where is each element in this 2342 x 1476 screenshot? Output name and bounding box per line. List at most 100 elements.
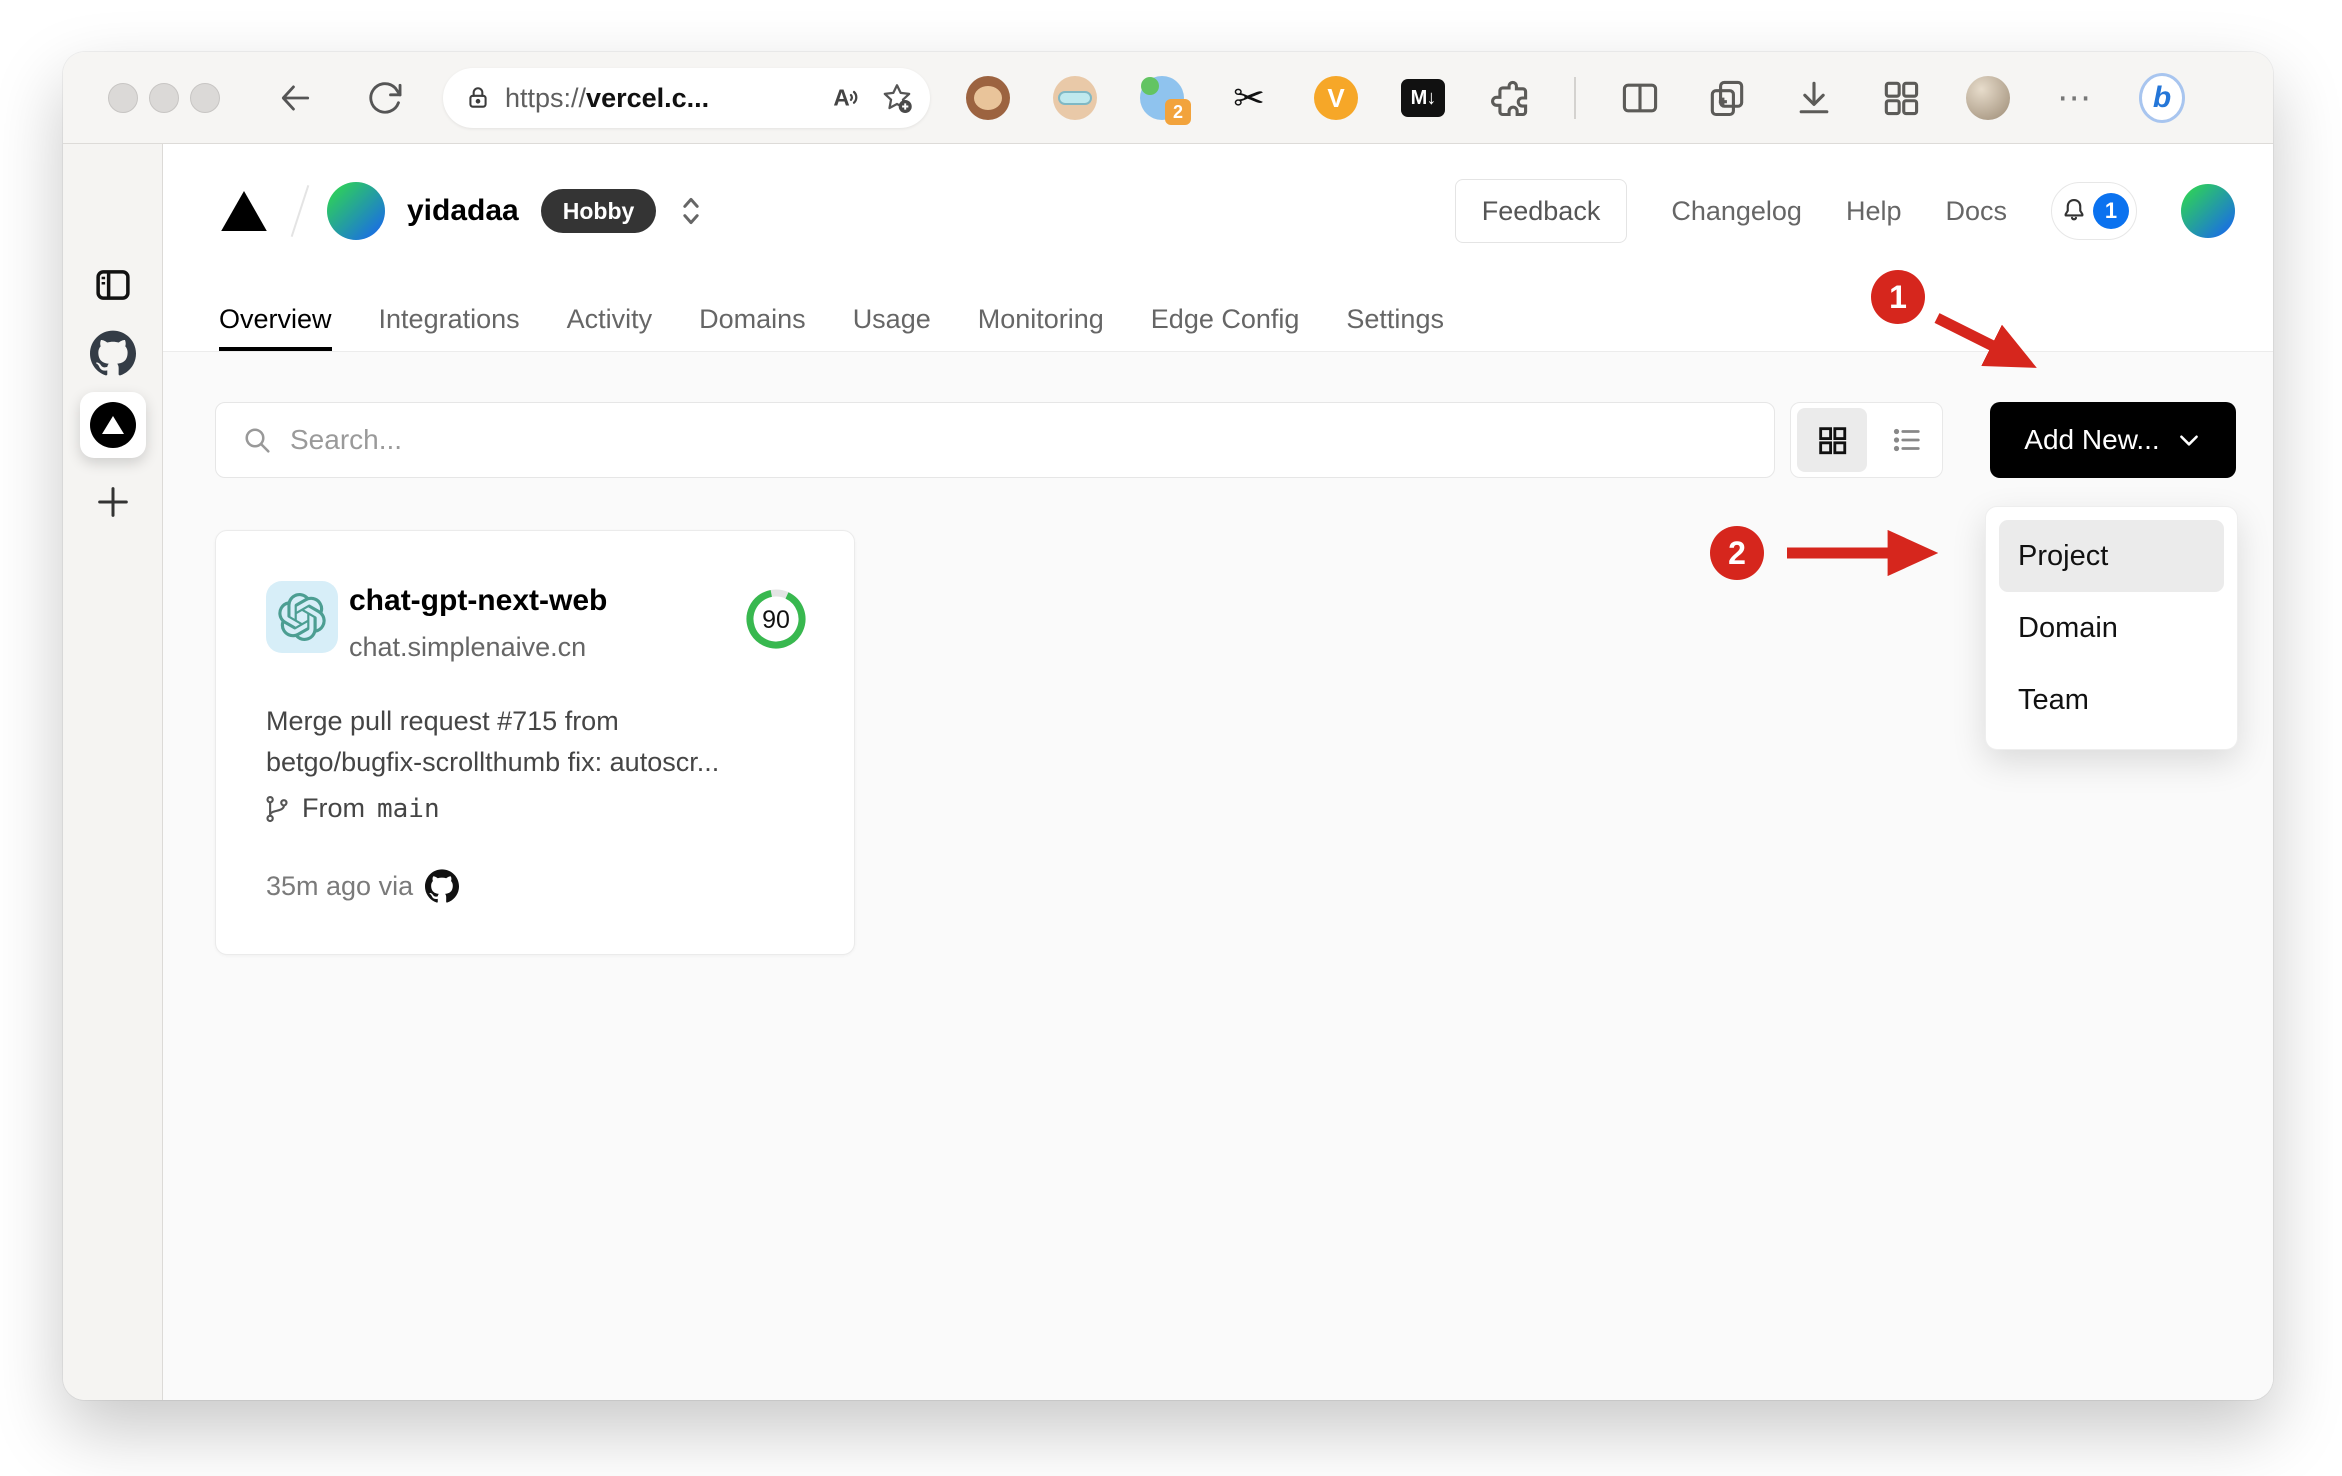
zoom-window-button[interactable] bbox=[190, 83, 220, 113]
view-toggle bbox=[1790, 402, 1943, 478]
browser-window: https://vercel.c... A 2 ✂ V M↓ ⋯ b yidad… bbox=[63, 52, 2273, 1400]
extensions-puzzle-icon[interactable] bbox=[1487, 75, 1533, 121]
search-bar bbox=[215, 402, 1775, 478]
tab-integrations[interactable]: Integrations bbox=[379, 287, 520, 351]
search-icon bbox=[245, 428, 270, 453]
dropdown-item-team[interactable]: Team bbox=[1999, 664, 2224, 736]
notification-count-badge: 1 bbox=[2093, 193, 2129, 229]
branch-label: From bbox=[302, 793, 365, 823]
grid-view-button[interactable] bbox=[1797, 408, 1867, 472]
help-link[interactable]: Help bbox=[1846, 196, 1902, 227]
dashboard-tabs: Overview Integrations Activity Domains U… bbox=[219, 287, 1444, 351]
vercel-logo[interactable] bbox=[219, 189, 269, 233]
add-new-dropdown: Project Domain Team bbox=[1985, 506, 2238, 750]
collections-icon[interactable] bbox=[1704, 75, 1750, 121]
chevron-up-down-icon bbox=[683, 197, 699, 225]
openai-logo-icon bbox=[278, 593, 326, 641]
team-name[interactable]: yidadaa bbox=[407, 194, 519, 228]
url-host: vercel.c... bbox=[586, 82, 710, 113]
tab-monitoring[interactable]: Monitoring bbox=[978, 287, 1104, 351]
downloads-icon[interactable] bbox=[1791, 75, 1837, 121]
tab-usage[interactable]: Usage bbox=[853, 287, 931, 351]
add-favorite-star-icon[interactable] bbox=[880, 81, 914, 115]
traffic-lights bbox=[108, 83, 220, 113]
add-new-button[interactable]: Add New... bbox=[1990, 402, 2236, 478]
chevron-down-icon bbox=[2179, 435, 2198, 446]
vercel-dashboard-page: yidadaa Hobby Feedback Changelog Help Do… bbox=[163, 144, 2273, 1400]
score-value: 90 bbox=[762, 606, 790, 634]
scissors-extension-icon[interactable]: ✂ bbox=[1226, 75, 1272, 121]
vercel-favicon bbox=[102, 416, 124, 434]
search-input[interactable] bbox=[215, 402, 1775, 478]
tab-edge-config[interactable]: Edge Config bbox=[1151, 287, 1300, 351]
project-name[interactable]: chat-gpt-next-web bbox=[349, 584, 607, 618]
sidebar-panel-toggle[interactable] bbox=[63, 264, 163, 306]
sidebar-tab-github[interactable] bbox=[63, 330, 163, 376]
url-scheme: https:// bbox=[505, 82, 587, 113]
new-tab-button[interactable] bbox=[63, 482, 163, 522]
docs-link[interactable]: Docs bbox=[1945, 196, 2007, 227]
git-branch-icon bbox=[266, 795, 288, 822]
tab-overview[interactable]: Overview bbox=[219, 287, 332, 351]
browser-sidebar bbox=[63, 144, 163, 1400]
tab-activity[interactable]: Activity bbox=[567, 287, 653, 351]
dashboard-header: yidadaa Hobby Feedback Changelog Help Do… bbox=[163, 144, 2273, 352]
lighthouse-score-ring[interactable]: 90 bbox=[744, 587, 808, 651]
reload-button[interactable] bbox=[363, 76, 407, 120]
tab-settings[interactable]: Settings bbox=[1346, 287, 1444, 351]
project-domain[interactable]: chat.simplenaive.cn bbox=[349, 632, 586, 663]
bell-icon bbox=[2064, 198, 2084, 221]
extensions-row: 2 ✂ V M↓ ⋯ b bbox=[965, 52, 2185, 144]
commit-message[interactable]: Merge pull request #715 from betgo/bugfi… bbox=[266, 701, 776, 783]
deployed-time: 35m ago via bbox=[266, 870, 414, 901]
list-view-icon bbox=[1894, 428, 1920, 452]
github-icon bbox=[90, 330, 136, 376]
close-window-button[interactable] bbox=[108, 83, 138, 113]
project-logo bbox=[266, 581, 338, 653]
dashboard-content: Add New... chat-gpt-next-web chat.simple… bbox=[163, 352, 2273, 1400]
read-aloud-icon[interactable]: A bbox=[832, 82, 864, 114]
markdown-extension-icon[interactable]: M↓ bbox=[1400, 75, 1446, 121]
apps-grid-icon[interactable] bbox=[1878, 75, 1924, 121]
user-avatar[interactable] bbox=[2181, 184, 2235, 238]
team-avatar[interactable] bbox=[327, 182, 385, 240]
minimize-window-button[interactable] bbox=[149, 83, 179, 113]
status-extension-icon[interactable]: 2 bbox=[1139, 75, 1191, 125]
avatar-extension-icon[interactable] bbox=[1052, 75, 1098, 121]
split-screen-icon[interactable] bbox=[1617, 75, 1663, 121]
lock-icon bbox=[469, 87, 487, 108]
toolbar-divider bbox=[1574, 77, 1576, 119]
tampermonkey-extension-icon[interactable] bbox=[965, 75, 1011, 121]
more-options-button[interactable]: ⋯ bbox=[2052, 75, 2098, 121]
notifications-button[interactable]: 1 bbox=[2051, 182, 2137, 240]
address-bar[interactable]: https://vercel.c... A bbox=[443, 68, 930, 128]
tab-domains[interactable]: Domains bbox=[699, 287, 806, 351]
header-actions: Feedback Changelog Help Docs 1 bbox=[1454, 179, 2235, 243]
dropdown-item-domain[interactable]: Domain bbox=[1999, 592, 2224, 664]
feedback-button[interactable]: Feedback bbox=[1454, 179, 1628, 243]
commit-line-1: Merge pull request #715 from bbox=[266, 706, 619, 736]
back-arrow-icon bbox=[281, 85, 310, 111]
svg-text:A: A bbox=[833, 84, 849, 110]
deployment-meta: 35m ago via bbox=[266, 869, 460, 903]
github-icon bbox=[425, 869, 460, 903]
plan-badge: Hobby bbox=[540, 189, 657, 233]
branch-name: main bbox=[377, 793, 440, 824]
breadcrumb: yidadaa Hobby Feedback Changelog Help Do… bbox=[219, 166, 2235, 256]
team-switcher-button[interactable] bbox=[678, 194, 704, 228]
dropdown-item-project[interactable]: Project bbox=[1999, 520, 2224, 592]
url-text[interactable]: https://vercel.c... bbox=[505, 83, 832, 114]
sidebar-tab-vercel-active[interactable] bbox=[63, 392, 163, 458]
extension-badge-count: 2 bbox=[1165, 99, 1191, 125]
list-view-button[interactable] bbox=[1873, 403, 1943, 477]
bing-chat-icon[interactable]: b bbox=[2139, 73, 2185, 123]
browser-toolbar: https://vercel.c... A 2 ✂ V M↓ ⋯ b bbox=[63, 52, 2273, 144]
grid-view-icon bbox=[1819, 427, 1846, 455]
profile-avatar[interactable] bbox=[1965, 75, 2011, 121]
project-card[interactable]: chat-gpt-next-web chat.simplenaive.cn 90… bbox=[215, 530, 855, 955]
plus-icon bbox=[98, 487, 128, 517]
v-extension-icon[interactable]: V bbox=[1313, 75, 1359, 121]
back-button[interactable] bbox=[273, 76, 317, 120]
branch-row: From main bbox=[264, 793, 440, 824]
changelog-link[interactable]: Changelog bbox=[1671, 196, 1802, 227]
